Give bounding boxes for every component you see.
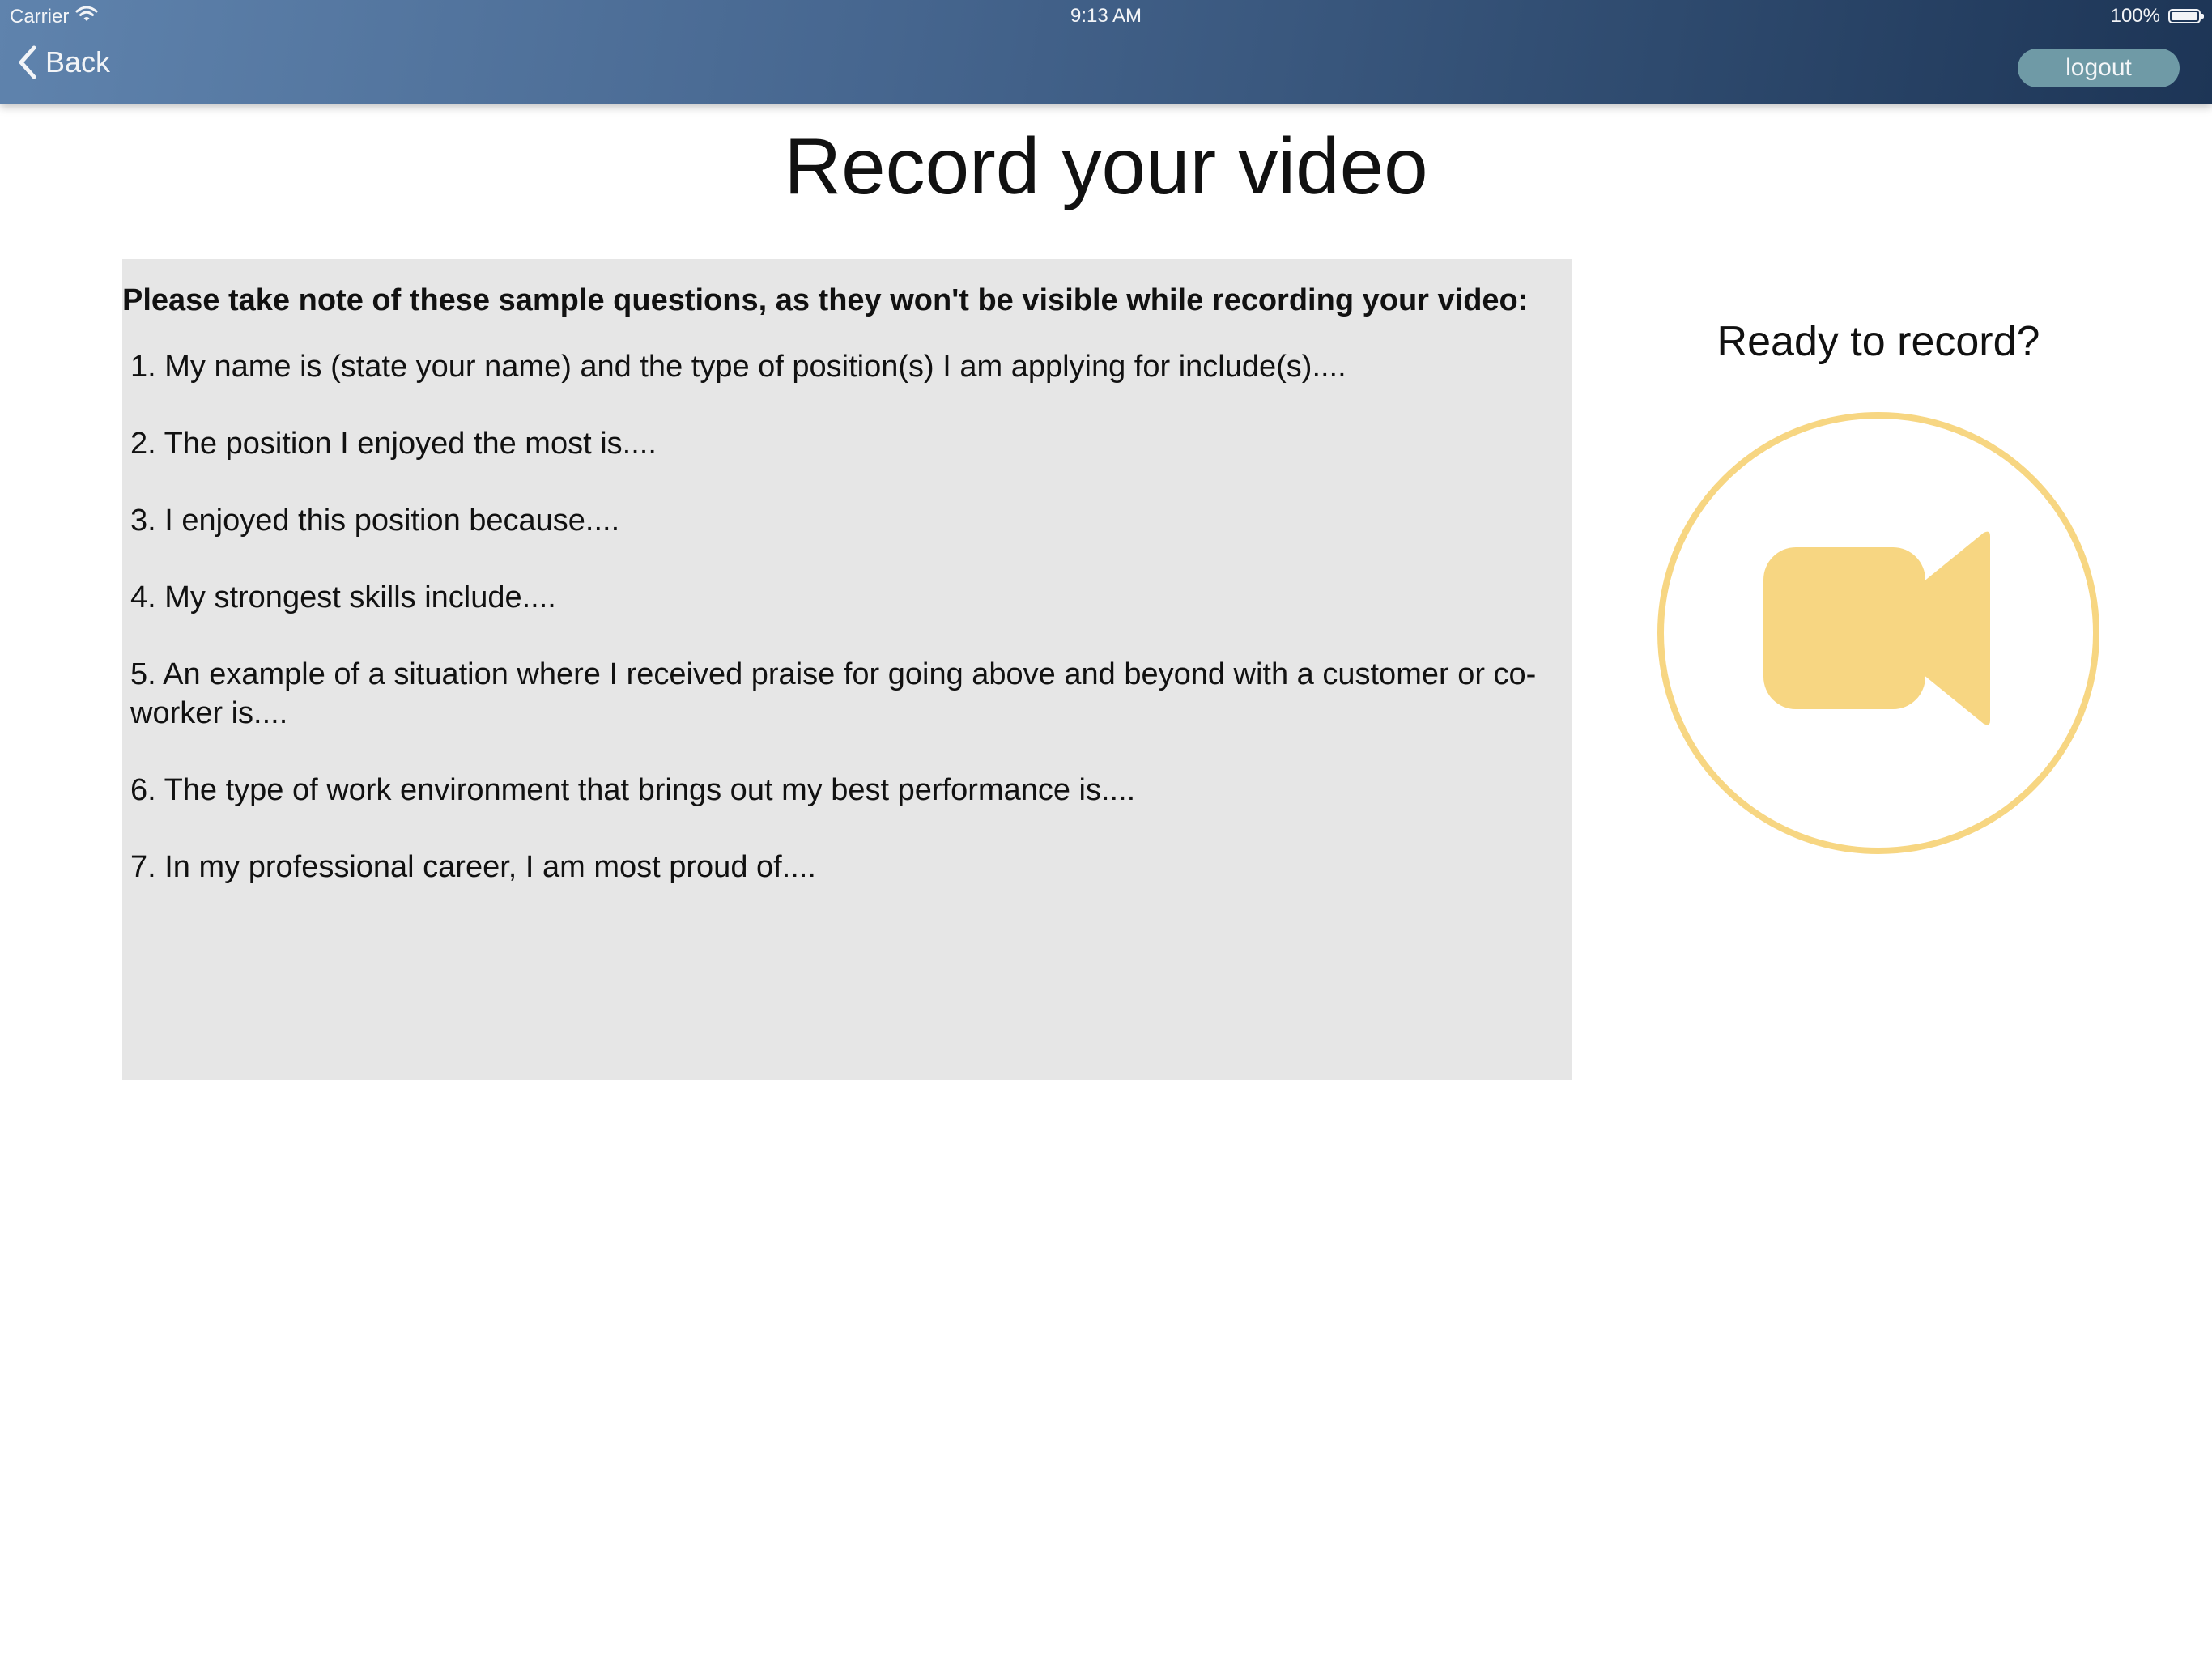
status-time: 9:13 AM xyxy=(1070,5,1142,27)
questions-heading: Please take note of these sample questio… xyxy=(122,283,1529,317)
sample-questions-panel: Please take note of these sample questio… xyxy=(122,259,1572,1080)
status-bar: Carrier 9:13 AM 100% xyxy=(0,0,2212,32)
question-item: 1. My name is (state your name) and the … xyxy=(130,350,1346,384)
record-area: Ready to record? xyxy=(1619,317,2138,854)
video-camera-icon xyxy=(1657,412,2099,854)
battery-percent: 100% xyxy=(2110,5,2160,27)
status-battery: 100% xyxy=(2110,5,2204,28)
question-list: 1. My name is (state your name) and the … xyxy=(122,347,1572,886)
battery-icon xyxy=(2168,9,2204,23)
chevron-left-icon xyxy=(18,45,37,79)
question-item: 7. In my professional career, I am most … xyxy=(130,850,816,884)
logout-button[interactable]: logout xyxy=(2018,49,2180,87)
question-item: 2. The position I enjoyed the most is...… xyxy=(130,427,657,461)
page-title: Record your video xyxy=(784,121,1428,210)
ready-to-record-label: Ready to record? xyxy=(1716,318,2040,365)
record-video-button[interactable] xyxy=(1655,410,2102,857)
question-item: 3. I enjoyed this position because.... xyxy=(130,504,620,538)
back-button[interactable]: Back xyxy=(18,45,110,79)
question-item: 5. An example of a situation where I rec… xyxy=(130,657,1537,730)
question-item: 6. The type of work environment that bri… xyxy=(130,773,1136,807)
back-label: Back xyxy=(45,45,111,79)
question-item: 4. My strongest skills include.... xyxy=(130,580,556,614)
